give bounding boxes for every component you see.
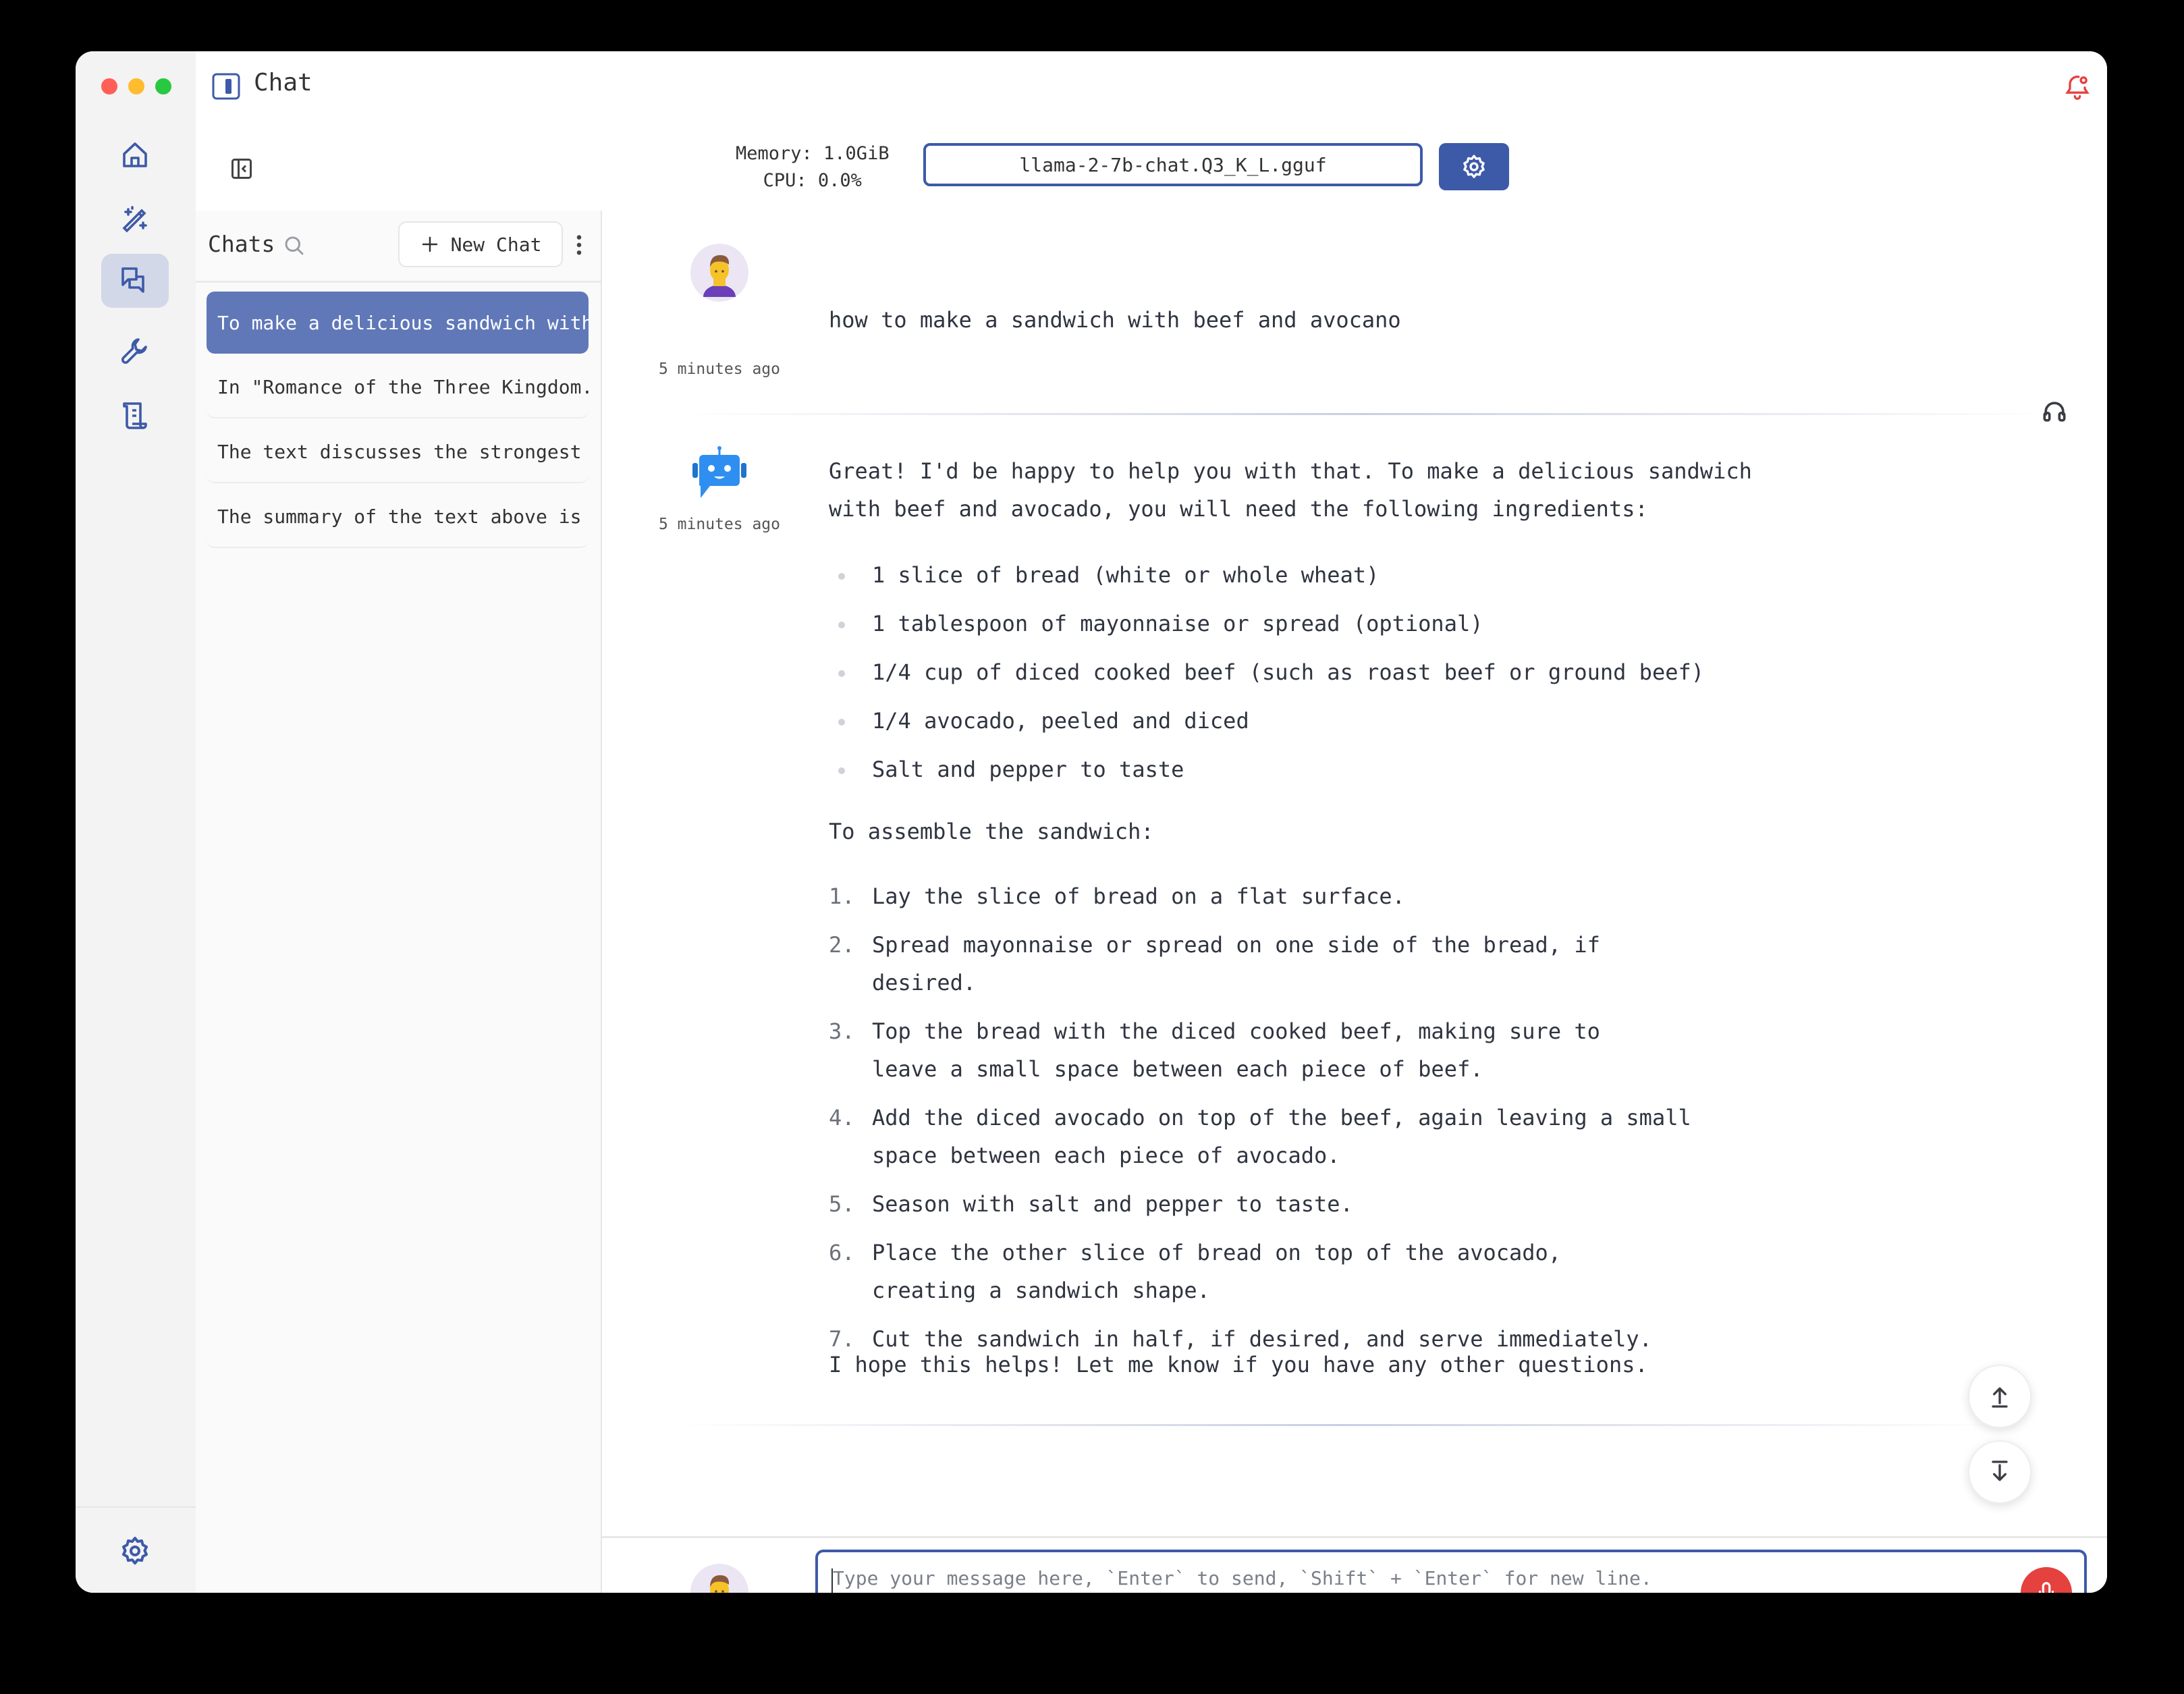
message-input-placeholder: Type your message here, `Enter` to send,… [833,1567,1652,1589]
notification-bell-icon[interactable] [2063,72,2092,101]
chat-list-item[interactable]: In "Romance of the Three Kingdom... [207,356,589,418]
step-number: 1. [829,883,855,909]
step-text: Place the other slice of bread on top of… [872,1240,1562,1303]
step-text: Lay the slice of bread on a flat surface… [872,883,1405,909]
chat-list-item[interactable]: The summary of the text above is ... [207,486,589,548]
arrow-up-to-line-icon [1992,1387,2008,1408]
close-window-button[interactable] [101,78,117,94]
step-number: 3. [829,1018,855,1044]
app-settings-button[interactable] [101,1524,169,1578]
model-selector[interactable]: llama-2-7b-chat.Q3_K_L.gguf [923,143,1423,186]
chat-bubbles-icon [121,267,144,293]
step-text: Top the bread with the diced cooked beef… [872,1018,1600,1082]
voice-input-button[interactable] [2021,1567,2072,1593]
microphone-icon [2038,1582,2054,1593]
plus-icon [422,236,437,252]
bot-avatar [692,446,746,498]
chat-list-item-label: The text discusses the strongest ... [217,440,589,463]
steps-list: 1. Lay the slice of bread on a flat surfa… [829,877,1709,1369]
step-text: Spread mayonnaise or spread on one side … [872,932,1600,995]
rail-footer [76,1506,196,1593]
chat-list-item[interactable]: The text discusses the strongest ... [207,421,589,483]
chat-main: 5 minutes ago how to make a sandwich wit… [602,211,2107,1593]
step-number: 5. [829,1191,855,1217]
sidebar-toggle-icon[interactable] [212,73,240,100]
arrow-down-to-line-icon [1992,1460,2008,1481]
ingredient-item: 1 tablespoon of mayonnaise or spread (op… [829,605,1704,643]
assistant-intro: Great! I'd be happy to help you with tha… [829,452,1752,528]
chat-list-item-label: To make a delicious sandwich with... [217,311,589,334]
model-settings-button[interactable] [1439,143,1509,190]
user-avatar [690,1564,748,1593]
message-timestamp: 5 minutes ago [658,360,780,378]
maximize-window-button[interactable] [155,78,171,94]
memory-usage: Memory: 1.0GiB [736,143,890,164]
intro-line: with beef and avocado, you will need the… [829,496,1648,522]
step-item: 4. Add the diced avocado on top of the be… [829,1099,1709,1174]
toolbar: Memory: 1.0GiB CPU: 0.0% llama-2-7b-chat… [196,123,2107,212]
step-number: 4. [829,1105,855,1130]
ingredient-item: 1/4 avocado, peeled and diced [829,702,1704,740]
chat-list-item-label: The summary of the text above is ... [217,505,589,528]
chat-list-item[interactable]: To make a delicious sandwich with... [207,292,589,354]
message-timestamp: 5 minutes ago [658,516,780,533]
nav-rail [76,51,197,1593]
chat-list-panel: Chats New Chat To make a delicious sandw… [196,211,602,1593]
nav-magic[interactable] [101,193,169,247]
ingredients-list: 1 slice of bread (white or whole wheat) … [829,556,1704,799]
nav-tools[interactable] [101,324,169,378]
step-item: 2. Spread mayonnaise or spread on one sid… [829,926,1682,1002]
ingredient-item: 1/4 cup of diced cooked beef (such as ro… [829,653,1704,691]
chat-list-item-label: In "Romance of the Three Kingdom... [217,375,589,398]
resource-stats: Memory: 1.0GiB CPU: 0.0% [736,140,890,194]
step-item: 5. Season with salt and pepper to taste. [829,1185,1682,1223]
scroll-to-top-button[interactable] [1968,1365,2031,1428]
headphones-icon[interactable] [2040,397,2069,427]
home-icon [123,142,147,167]
gear-icon [122,1537,148,1565]
message-divider [678,1424,2000,1426]
step-item: 6. Place the other slice of bread on top … [829,1234,1655,1309]
window-controls [101,78,171,94]
nav-scroll[interactable] [101,389,169,443]
scroll-icon [123,402,147,429]
intro-line: Great! I'd be happy to help you with tha… [829,458,1752,484]
window-title: Chat [254,69,312,97]
ingredient-item: Salt and pepper to taste [829,750,1704,788]
chat-list-header: Chats New Chat [196,211,601,283]
message-input[interactable]: Type your message here, `Enter` to send,… [815,1550,2087,1593]
message-divider [678,413,2052,415]
step-number: 6. [829,1240,855,1265]
nav-chat[interactable] [101,254,169,308]
search-icon[interactable] [282,234,306,258]
user-avatar [690,244,748,302]
wrench-icon [121,338,147,364]
assemble-heading: To assemble the sandwich: [829,819,1154,844]
gear-icon [1463,155,1485,178]
step-text: Season with salt and pepper to taste. [872,1191,1353,1217]
assistant-closing: I hope this helps! Let me know if you ha… [829,1352,1648,1377]
step-number: 2. [829,932,855,958]
magic-wand-icon [122,206,147,233]
step-item: 3. Top the bread with the diced cooked be… [829,1012,1655,1088]
composer-divider [602,1536,2107,1538]
chats-heading: Chats [208,231,275,257]
cpu-usage: CPU: 0.0% [763,170,862,191]
message-text: how to make a sandwich with beef and avo… [829,307,1401,333]
scroll-to-bottom-button[interactable] [1968,1440,2031,1504]
more-options-icon[interactable] [571,234,587,256]
step-item: 1. Lay the slice of bread on a flat surfa… [829,877,1682,915]
nav-home[interactable] [101,128,169,182]
collapse-panel-icon[interactable] [229,157,254,181]
ingredient-item: 1 slice of bread (white or whole wheat) [829,556,1704,594]
new-chat-button[interactable]: New Chat [398,221,563,267]
app-window: Chat Memory: 1.0GiB CPU: 0.0% llama-2-7b… [76,51,2107,1593]
title-bar: Chat [196,51,2107,124]
minimize-window-button[interactable] [128,78,144,94]
step-text: Add the diced avocado on top of the beef… [872,1105,1691,1168]
new-chat-label: New Chat [450,233,542,256]
